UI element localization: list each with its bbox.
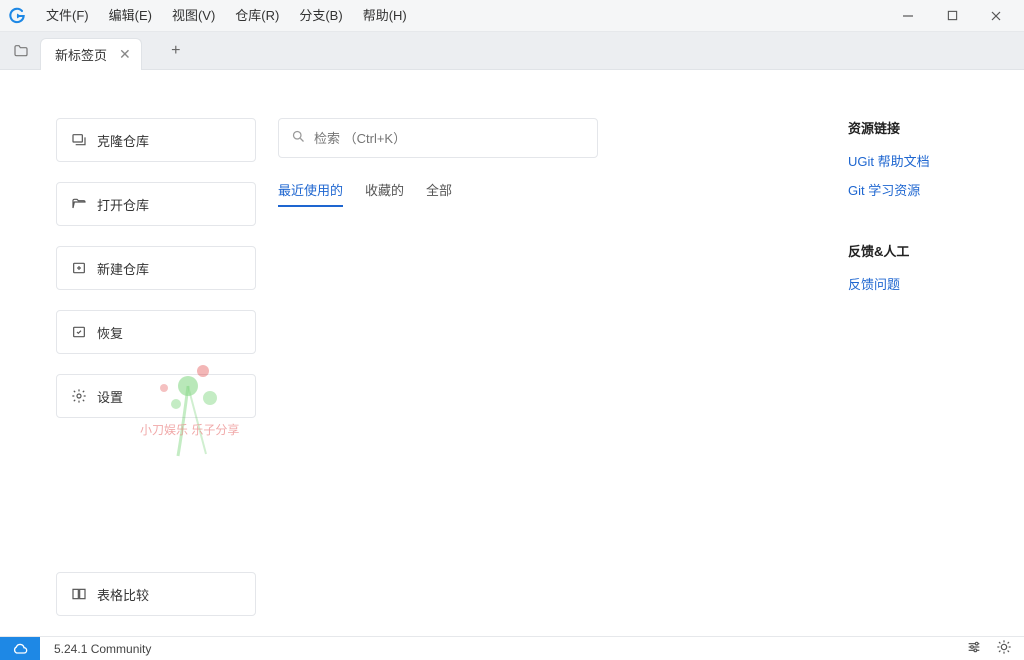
restore-icon	[71, 324, 87, 340]
filter-tabs: 最近使用的 收藏的 全部	[278, 180, 598, 207]
button-label: 表格比较	[97, 585, 149, 604]
feedback-link[interactable]: 反馈问题	[848, 274, 968, 293]
button-label: 恢复	[97, 323, 123, 342]
minimize-button[interactable]	[886, 0, 930, 32]
feedback-heading: 反馈&人工	[848, 241, 968, 260]
tab-favorites[interactable]: 收藏的	[365, 180, 404, 207]
menu-file[interactable]: 文件(F)	[36, 0, 99, 32]
tab-label: 新标签页	[55, 45, 107, 64]
right-column: 资源链接 UGit 帮助文档 Git 学习资源 反馈&人工 反馈问题	[848, 118, 968, 616]
resources-heading: 资源链接	[848, 118, 968, 137]
center-column: 最近使用的 收藏的 全部	[278, 118, 598, 616]
cloud-status[interactable]	[0, 637, 40, 660]
settings-button[interactable]: 设置	[56, 374, 256, 418]
menubar: 文件(F) 编辑(E) 视图(V) 仓库(R) 分支(B) 帮助(H)	[0, 0, 1024, 32]
table-compare-button[interactable]: 表格比较	[56, 572, 256, 616]
clone-repo-button[interactable]: 克隆仓库	[56, 118, 256, 162]
app-logo-icon	[6, 5, 28, 27]
tab-all[interactable]: 全部	[426, 180, 452, 207]
button-label: 克隆仓库	[97, 131, 149, 150]
restore-button[interactable]: 恢复	[56, 310, 256, 354]
status-bar: 5.24.1 Community	[0, 636, 1024, 660]
add-tab-button[interactable]: +	[160, 35, 192, 67]
menu-edit[interactable]: 编辑(E)	[99, 0, 162, 32]
search-icon	[291, 129, 306, 147]
search-input[interactable]	[314, 131, 585, 146]
git-learn-link[interactable]: Git 学习资源	[848, 180, 968, 199]
menu-branch[interactable]: 分支(B)	[289, 0, 352, 32]
version-label: 5.24.1 Community	[54, 642, 151, 656]
folder-icon[interactable]	[6, 36, 36, 66]
close-icon[interactable]: ✕	[119, 46, 131, 63]
search-box[interactable]	[278, 118, 598, 158]
tab-strip: 新标签页 ✕ +	[0, 32, 1024, 70]
menu-view[interactable]: 视图(V)	[162, 0, 225, 32]
close-button[interactable]	[974, 0, 1018, 32]
help-doc-link[interactable]: UGit 帮助文档	[848, 151, 968, 170]
tab-recent[interactable]: 最近使用的	[278, 180, 343, 207]
button-label: 新建仓库	[97, 259, 149, 278]
folder-open-icon	[71, 196, 87, 212]
new-repo-icon	[71, 260, 87, 276]
clone-icon	[71, 132, 87, 148]
tab-new[interactable]: 新标签页 ✕	[40, 38, 142, 70]
button-label: 设置	[97, 387, 123, 406]
create-repo-button[interactable]: 新建仓库	[56, 246, 256, 290]
main-content: 小刀娱乐 乐子分享 克隆仓库 打开仓库 新建仓库 恢复 设置 表格比较	[0, 70, 1024, 636]
maximize-button[interactable]	[930, 0, 974, 32]
menu-help[interactable]: 帮助(H)	[353, 0, 417, 32]
open-repo-button[interactable]: 打开仓库	[56, 182, 256, 226]
menu-repo[interactable]: 仓库(R)	[225, 0, 289, 32]
action-panel: 克隆仓库 打开仓库 新建仓库 恢复 设置 表格比较	[56, 118, 256, 616]
gear-icon	[71, 388, 87, 404]
table-compare-icon	[71, 586, 87, 602]
theme-icon[interactable]	[996, 639, 1012, 658]
settings-toggle-icon[interactable]	[966, 639, 982, 658]
button-label: 打开仓库	[97, 195, 149, 214]
window-controls	[886, 0, 1018, 32]
